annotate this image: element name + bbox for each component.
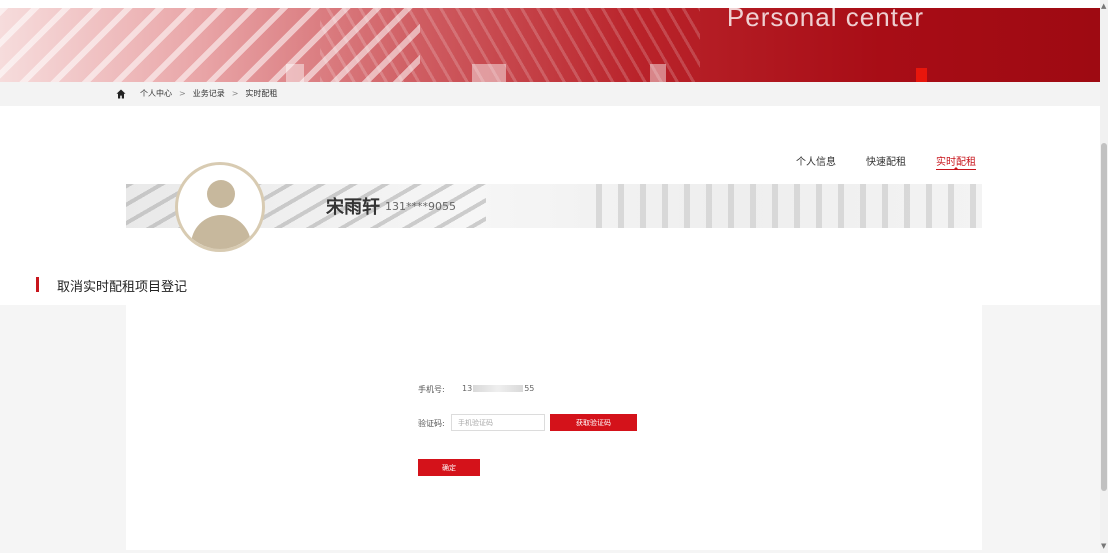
user-phone: 131****9055 bbox=[385, 200, 456, 213]
scrollbar-thumb[interactable] bbox=[1101, 143, 1107, 491]
banner-stripes-2 bbox=[320, 8, 700, 82]
profile-tabs: 个人信息 快速配租 实时配租 bbox=[796, 153, 976, 170]
section-title: 取消实时配租项目登记 bbox=[57, 280, 188, 295]
user-name: 宋雨轩 bbox=[326, 197, 380, 218]
banner-title: Personal center bbox=[726, 8, 924, 32]
breadcrumb-item-realtime-rental: 实时配租 bbox=[245, 89, 278, 98]
avatar-head bbox=[207, 180, 235, 208]
banner-block bbox=[286, 64, 304, 82]
get-code-button[interactable]: 获取验证码 bbox=[550, 414, 637, 431]
scroll-up-icon[interactable]: ▲ bbox=[1101, 2, 1106, 10]
code-label: 验证码: bbox=[418, 419, 445, 428]
breadcrumb: 个人中心 > 业务记录 > 实时配租 bbox=[116, 88, 277, 99]
verification-code-input[interactable] bbox=[451, 414, 545, 431]
phone-value: 13 55 bbox=[462, 384, 534, 393]
phone-blur-mask bbox=[473, 385, 524, 392]
breadcrumb-separator: > bbox=[179, 89, 186, 98]
tab-personal-info[interactable]: 个人信息 bbox=[796, 153, 836, 168]
tab-quick-rental[interactable]: 快速配租 bbox=[866, 153, 906, 168]
avatar-body bbox=[191, 215, 251, 249]
phone-label: 手机号: bbox=[418, 385, 445, 394]
profile-band-bars bbox=[596, 184, 982, 228]
tab-realtime-rental[interactable]: 实时配租 bbox=[936, 153, 976, 170]
phone-prefix: 13 bbox=[462, 384, 473, 393]
confirm-button[interactable]: 确定 bbox=[418, 459, 480, 476]
phone-suffix: 55 bbox=[524, 384, 535, 393]
banner-block bbox=[650, 64, 666, 82]
home-icon[interactable] bbox=[116, 89, 126, 99]
breadcrumb-item-business-records[interactable]: 业务记录 bbox=[193, 88, 225, 99]
header-banner: Personal center bbox=[0, 8, 1100, 82]
user-avatar-icon bbox=[175, 162, 265, 252]
section-title-bar bbox=[36, 277, 39, 292]
breadcrumb-item-personal-center[interactable]: 个人中心 bbox=[140, 88, 172, 99]
banner-block bbox=[472, 64, 506, 82]
scroll-down-icon[interactable]: ▼ bbox=[1101, 542, 1106, 550]
breadcrumb-separator: > bbox=[231, 89, 239, 98]
